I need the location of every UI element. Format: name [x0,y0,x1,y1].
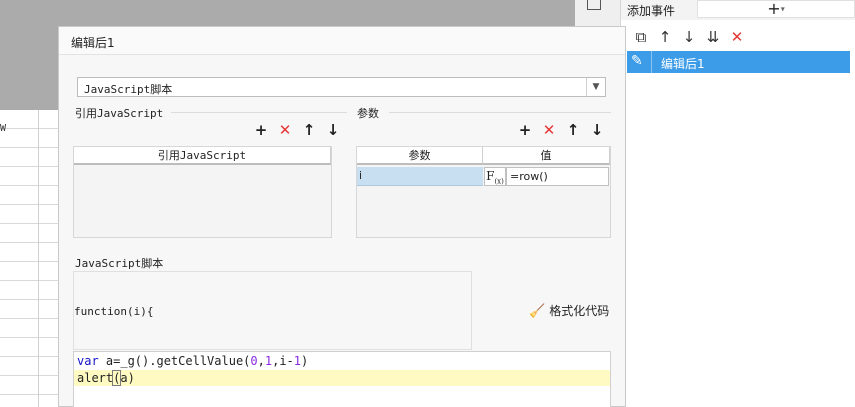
param-column-header[interactable]: 参数 [357,147,483,165]
param-name-cell[interactable]: i [357,167,483,186]
value-column-header[interactable]: 值 [483,147,610,165]
pencil-icon: ✎ [631,53,643,69]
ref-js-section-title: 引用JavaScript [75,107,164,120]
events-panel: 添加事件 +▾ ⧉ ↑ ↓ ⇊ ✕ ✎ 编辑后1 [620,0,855,407]
code-text: , [257,354,265,368]
formula-button[interactable]: F(x) [484,167,506,186]
code-number: 1 [293,354,302,368]
section-divider [171,112,347,113]
code-line-current[interactable]: alert(a) [74,370,610,386]
copy-icon[interactable]: ⧉ [629,27,653,47]
move-up-icon[interactable]: ↑ [561,121,585,139]
function-signature-box: function(i){ [73,271,472,350]
params-table: 参数 值 i F(x) =row() [356,146,611,238]
move-up-icon[interactable]: ↑ [297,121,321,139]
code-number: 0 [250,354,258,368]
event-list-item[interactable]: ✎ 编辑后1 [627,51,850,73]
events-toolbar: ⧉ ↑ ↓ ⇊ ✕ [629,27,749,47]
move-down-icon[interactable]: ↓ [677,27,701,47]
delete-icon[interactable]: ✕ [725,27,749,47]
ref-js-toolbar: + ✕ ↑ ↓ [249,121,345,139]
move-down-icon[interactable]: ↓ [321,121,345,139]
sort-icon[interactable]: ⇊ [701,27,725,47]
broom-icon: 🧹 [529,304,546,319]
move-down-icon[interactable]: ↓ [585,121,609,139]
param-value-input[interactable]: =row() [506,167,609,186]
add-icon[interactable]: + [249,121,273,139]
function-signature: function(i){ [74,305,154,318]
add-event-button[interactable]: +▾ [697,0,855,18]
code-text: alert [77,371,114,385]
params-section-title: 参数 [357,107,379,120]
add-icon[interactable]: + [513,121,537,139]
delete-icon[interactable]: ✕ [273,121,297,139]
code-text: ) [301,354,309,368]
event-type-select[interactable]: JavaScript脚本 ▼ [77,77,606,97]
code-text: a) [120,371,135,385]
move-up-icon[interactable]: ↑ [653,27,677,47]
events-panel-header: 添加事件 +▾ [621,0,855,20]
grid-column-line [38,110,39,407]
ref-js-table: 引用JavaScript [73,146,332,238]
code-keyword: var [77,354,99,368]
plus-icon: + [767,0,781,18]
background-spreadsheet-grid: W [0,110,62,407]
frame-icon[interactable] [587,0,601,10]
grid-cell-text: W [0,123,7,134]
code-text: ,i- [272,354,294,368]
code-line[interactable]: var a=_g().getCellValue(0,1,i-1) [77,353,308,370]
chevron-down-icon[interactable]: ▼ [586,78,605,96]
params-toolbar: + ✕ ↑ ↓ [513,121,609,139]
code-editor[interactable]: var a=_g().getCellValue(0,1,i-1) alert(a… [73,351,611,407]
divider [651,51,652,73]
add-event-label: 添加事件 [627,4,676,18]
dialog-title: 编辑后1 [71,36,115,50]
code-text: a=_g().getCellValue( [98,354,251,368]
script-section-title: JavaScript脚本 [75,257,164,270]
event-type-value: JavaScript脚本 [84,83,173,96]
event-editor-dialog: 编辑后1 JavaScript脚本 ▼ 引用JavaScript + ✕ ↑ ↓ 引用… [58,26,626,407]
ref-js-column-header[interactable]: 引用JavaScript [74,147,331,165]
caret-down-icon: ▾ [780,4,785,14]
delete-icon[interactable]: ✕ [537,121,561,139]
format-code-button[interactable]: 🧹 格式化代码 [529,302,609,319]
section-divider [389,112,611,113]
formula-icon-sub: (x) [494,177,504,186]
format-code-label: 格式化代码 [549,304,610,318]
event-item-label: 编辑后1 [661,57,705,71]
dialog-title-bar: 编辑后1 [59,27,625,55]
